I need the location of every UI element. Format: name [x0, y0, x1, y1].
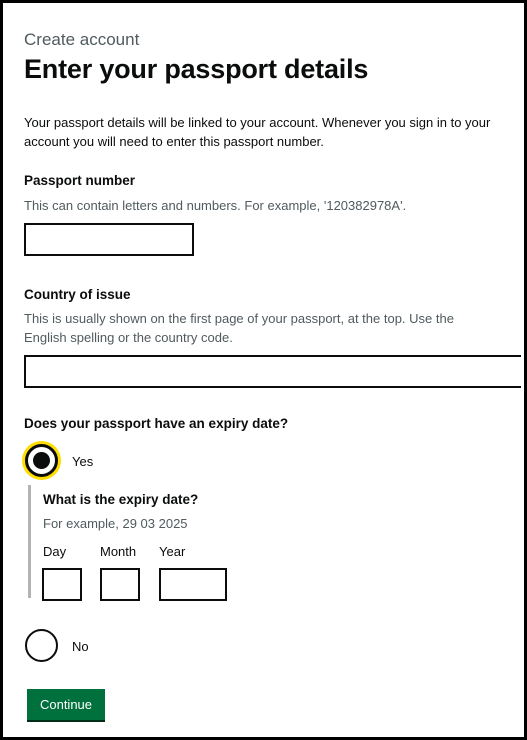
country-of-issue-input[interactable] [24, 355, 521, 388]
expiry-date-hint: For example, 29 03 2025 [43, 516, 188, 531]
radio-no-label[interactable]: No [72, 639, 89, 654]
month-label: Month [100, 544, 137, 559]
page-caption: Create account [24, 30, 140, 49]
expiry-month-input[interactable] [100, 568, 140, 601]
day-label: Day [43, 544, 67, 559]
radio-selected-dot [33, 452, 50, 469]
page-title: Enter your passport details [24, 54, 369, 84]
country-of-issue-hint: This is usually shown on the first page … [24, 311, 454, 345]
expiry-question-label: Does your passport have an expiry date? [24, 416, 289, 431]
conditional-reveal-bar [28, 485, 31, 598]
radio-no[interactable] [25, 629, 58, 662]
passport-number-input[interactable] [24, 223, 194, 256]
expiry-year-input[interactable] [159, 568, 227, 601]
expiry-date-label: What is the expiry date? [43, 492, 199, 507]
passport-number-hint: This can contain letters and numbers. Fo… [24, 198, 407, 213]
country-of-issue-label: Country of issue [24, 287, 131, 302]
continue-button[interactable]: Continue [27, 689, 105, 720]
passport-number-label: Passport number [24, 173, 136, 188]
year-label: Year [159, 544, 186, 559]
radio-yes[interactable] [25, 444, 58, 477]
intro-text: Your passport details will be linked to … [24, 115, 491, 149]
radio-yes-label[interactable]: Yes [72, 454, 93, 469]
page-frame: Create account Enter your passport detai… [0, 0, 527, 740]
expiry-day-input[interactable] [42, 568, 82, 601]
